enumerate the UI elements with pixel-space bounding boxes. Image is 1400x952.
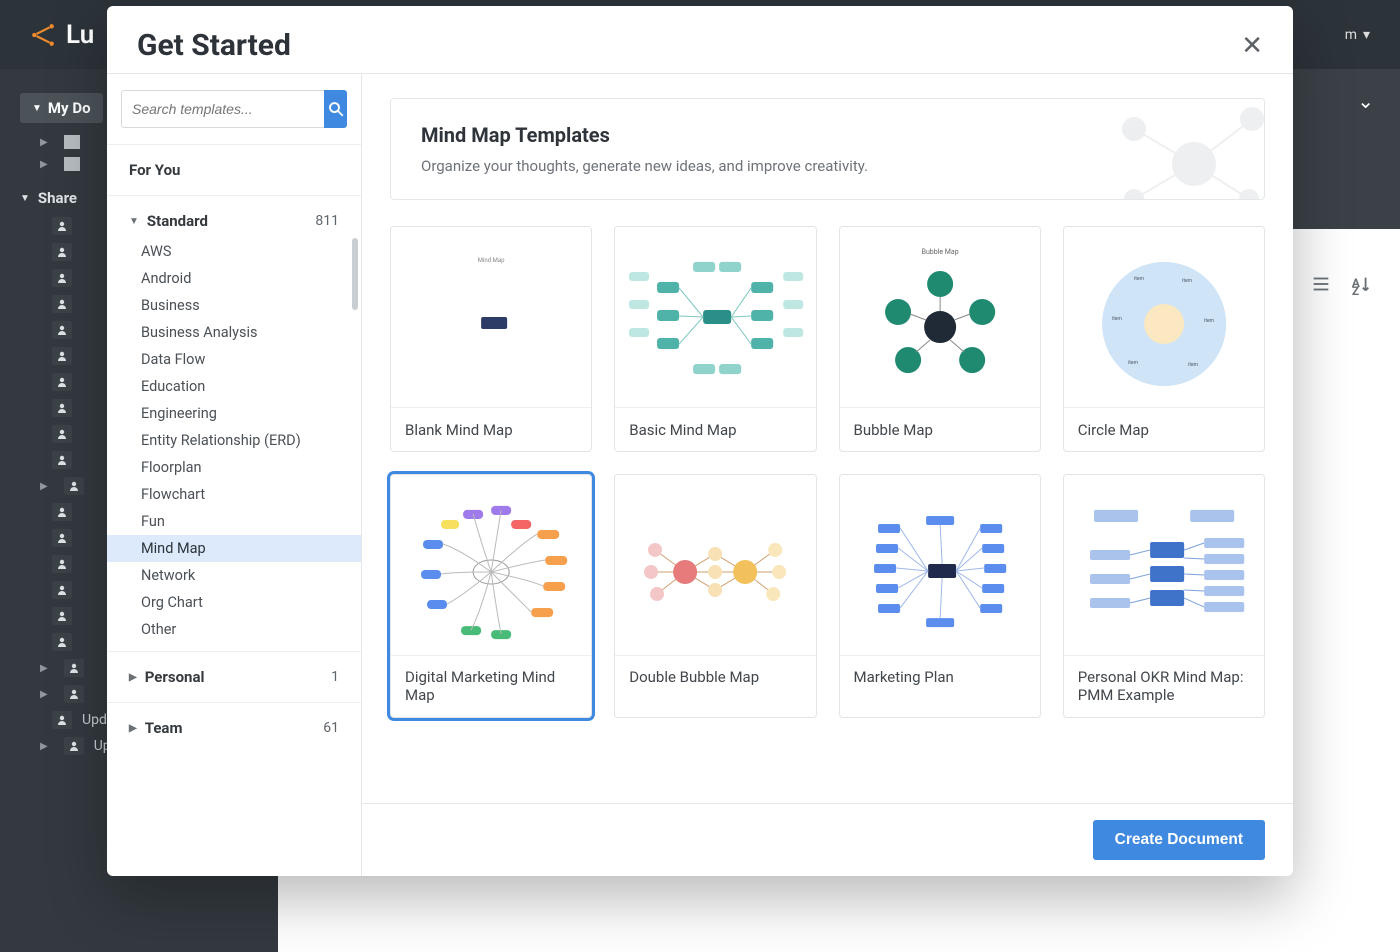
search-input[interactable] [121,90,324,128]
template-card[interactable]: Bubble Map Bubble Map [839,226,1041,452]
scrollbar-thumb[interactable] [352,238,358,310]
hero-graphic [1074,98,1265,200]
svg-text:item: item [1182,278,1193,284]
template-preview: Mind Map [391,227,591,407]
template-card[interactable]: Personal OKR Mind Map: PMM Example [1063,474,1265,718]
svg-text:item: item [1188,362,1199,368]
template-preview [840,475,1040,655]
category-item[interactable]: Other [107,616,361,643]
category-item[interactable]: Education [107,373,361,400]
team-section[interactable]: ▶Team 61 [107,711,361,745]
template-name: Basic Mind Map [615,407,815,451]
template-card[interactable]: item item item item item item Circle Map [1063,226,1265,452]
svg-text:item: item [1134,276,1145,282]
category-item[interactable]: Mind Map [107,535,361,562]
template-card[interactable]: Marketing Plan [839,474,1041,718]
category-item[interactable]: Business [107,292,361,319]
search-button[interactable] [324,90,347,128]
caret-down-icon: ▼ [129,216,139,227]
template-card[interactable]: Double Bubble Map [614,474,816,718]
template-preview: item item item item item item [1064,227,1264,407]
modal-title: Get Started [137,28,291,63]
template-preview [391,475,591,655]
category-hero: Mind Map Templates Organize your thought… [390,98,1265,200]
template-preview: Bubble Map [840,227,1040,407]
caret-right-icon: ▶ [129,723,137,734]
template-name: Personal OKR Mind Map: PMM Example [1064,655,1264,717]
template-name: Circle Map [1064,407,1264,451]
close-icon[interactable]: ✕ [1241,31,1263,61]
template-card[interactable]: Mind Map Blank Mind Map [390,226,592,452]
template-card[interactable]: Basic Mind Map [614,226,816,452]
svg-text:item: item [1112,316,1123,322]
template-category-sidebar: For You ▼Standard 811 AWSAndroidBusiness… [107,74,362,876]
category-item[interactable]: Fun [107,508,361,535]
svg-text:item: item [1128,360,1139,366]
template-cards-grid: Mind Map Blank Mind Map Basic Mind Map Bubb… [390,226,1265,718]
personal-section[interactable]: ▶Personal 1 [107,660,361,694]
svg-text:Bubble Map: Bubble Map [921,248,958,256]
category-item[interactable]: Flowchart [107,481,361,508]
category-item[interactable]: Network [107,562,361,589]
template-preview [615,475,815,655]
for-you-section[interactable]: For You [107,153,361,187]
category-item[interactable]: Org Chart [107,589,361,616]
category-item[interactable]: AWS [107,238,361,265]
standard-section[interactable]: ▼Standard 811 [107,204,361,238]
get-started-modal: Get Started ✕ For You ▼Standard 81 [107,6,1293,876]
category-item[interactable]: Android [107,265,361,292]
template-preview [1064,475,1264,655]
category-item[interactable]: Floorplan [107,454,361,481]
create-document-button[interactable]: Create Document [1093,820,1265,860]
modal-overlay: Get Started ✕ For You ▼Standard 81 [0,0,1400,952]
template-name: Double Bubble Map [615,655,815,717]
svg-text:Mind Map: Mind Map [478,257,505,264]
template-preview [615,227,815,407]
svg-text:item: item [1204,318,1215,324]
template-gallery: Mind Map Templates Organize your thought… [362,74,1293,876]
search-icon [327,100,345,118]
category-item[interactable]: Data Flow [107,346,361,373]
category-item[interactable]: Entity Relationship (ERD) [107,427,361,454]
category-item[interactable]: Engineering [107,400,361,427]
template-name: Digital Marketing Mind Map [391,655,591,717]
template-name: Bubble Map [840,407,1040,451]
category-list: AWSAndroidBusinessBusiness AnalysisData … [107,238,361,643]
template-card[interactable]: Digital Marketing Mind Map [390,474,592,718]
category-item[interactable]: Business Analysis [107,319,361,346]
caret-right-icon: ▶ [129,672,137,683]
template-name: Blank Mind Map [391,407,591,451]
template-name: Marketing Plan [840,655,1040,717]
